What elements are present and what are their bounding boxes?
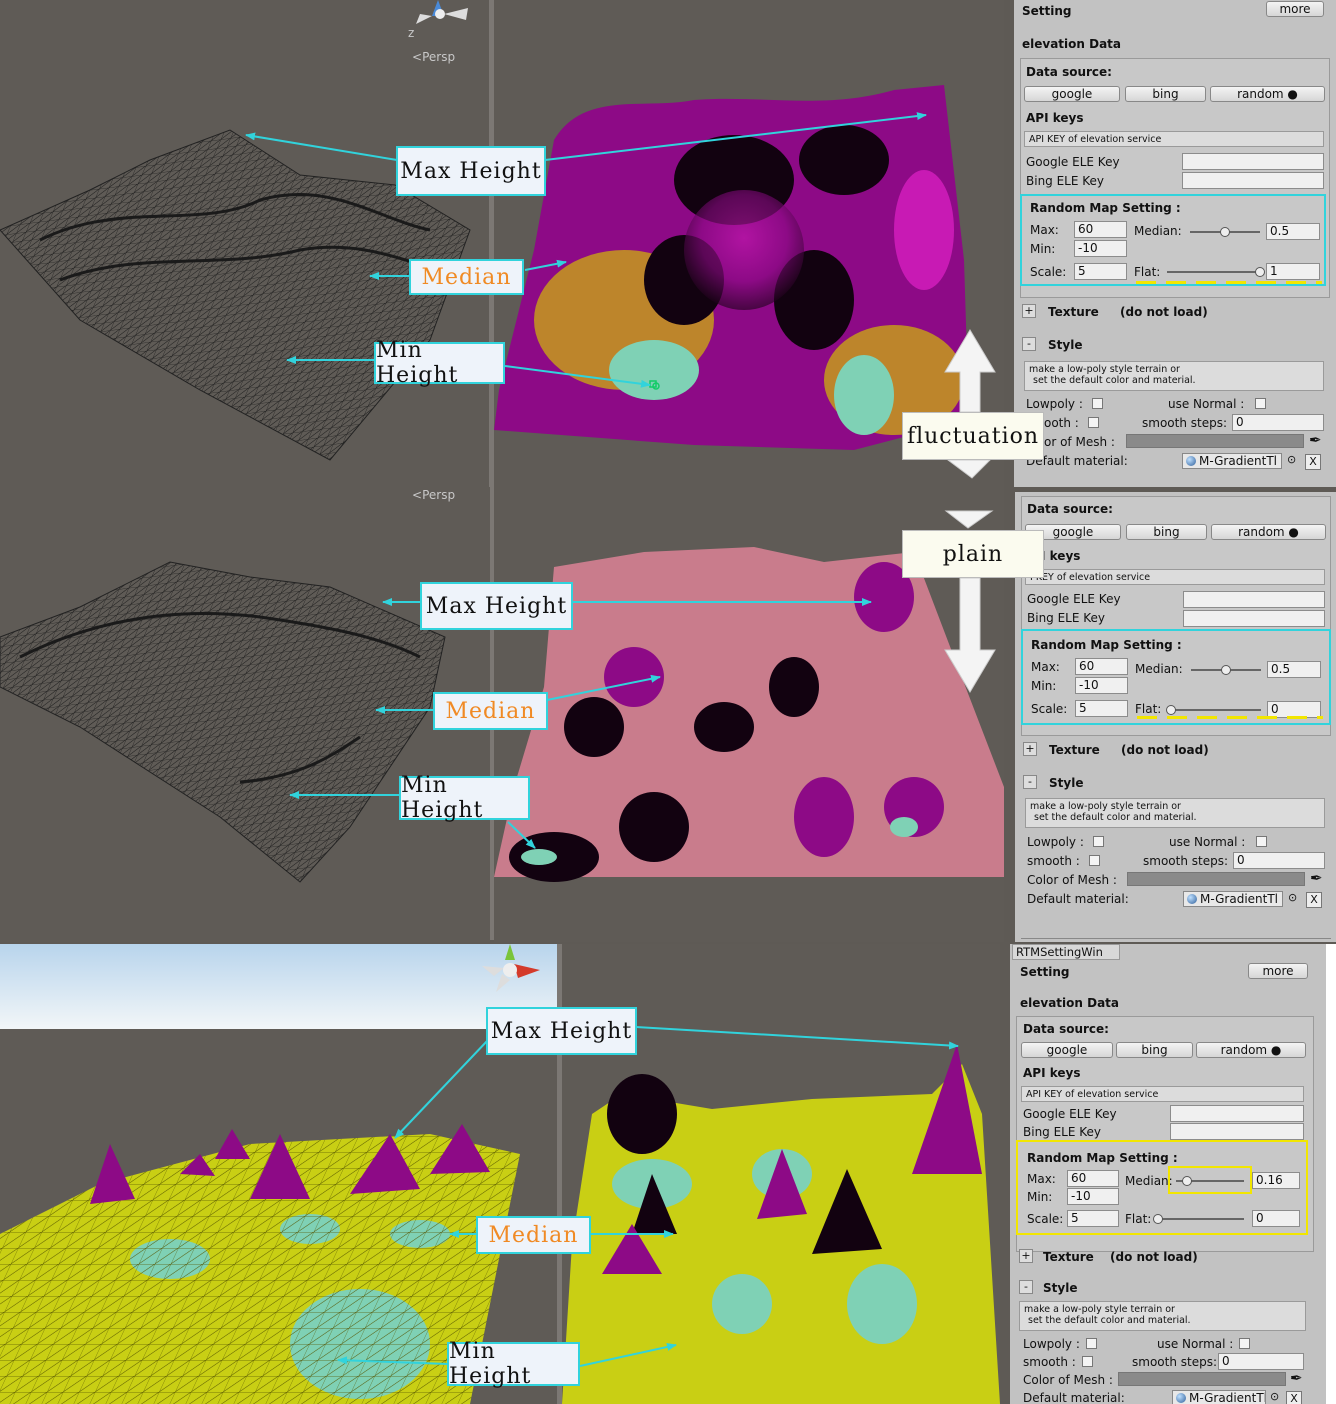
max-height-callout-3: Max Height (486, 1007, 637, 1055)
arrow-median-right-2 (546, 674, 661, 701)
fluctuation-down-arrow (946, 459, 992, 479)
max-height-callout-1: Max Height (396, 146, 546, 196)
min-point-marker (652, 382, 660, 390)
annotation-arrows (245, 112, 996, 1367)
fluctuation-label: fluctuation (902, 412, 1044, 460)
median-callout-3: Median (476, 1216, 591, 1254)
arrow-min-right-3 (579, 1343, 677, 1367)
arrow-min-right-1 (504, 365, 651, 388)
median-callout-1: Median (409, 259, 524, 295)
fluctuation-up-arrow (944, 329, 996, 413)
plain-label: plain (902, 530, 1044, 578)
min-height-callout-2: Min Height (399, 773, 530, 823)
arrow-max-right-3 (635, 1026, 959, 1050)
max-height-callout-2: Max Height (420, 582, 573, 630)
min-height-callout-1: Min Height (374, 338, 505, 388)
arrow-max-right-1 (544, 112, 927, 161)
plain-up-arrow (944, 510, 994, 529)
median-callout-2: Median (433, 692, 548, 730)
arrow-min-left-3 (337, 1356, 449, 1365)
arrow-min-right-2 (507, 821, 536, 849)
arrow-median-right-1 (524, 259, 567, 271)
arrow-max-left-1 (245, 132, 398, 161)
arrow-max-left-3 (394, 1039, 489, 1139)
plain-down-arrow (944, 577, 996, 693)
min-height-callout-3: Min Height (447, 1339, 580, 1389)
